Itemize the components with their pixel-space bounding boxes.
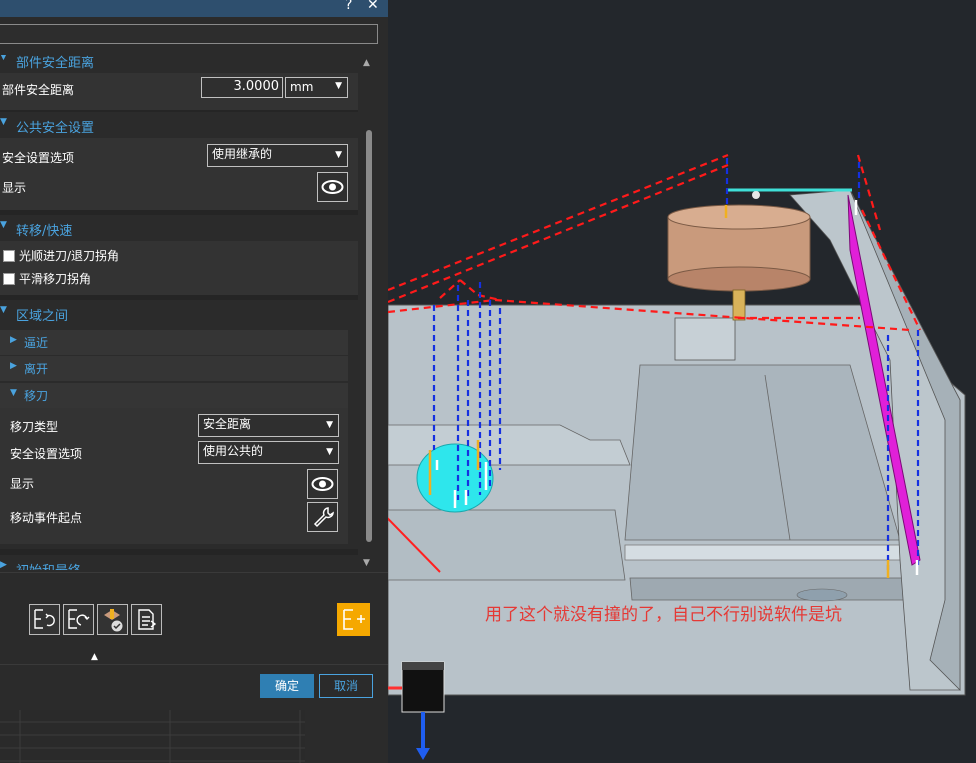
transfer-display-label: 显示: [10, 477, 35, 491]
replay-icon[interactable]: [63, 604, 94, 635]
collapse-triangle-icon: ▶: [10, 335, 17, 345]
collapse-triangle-icon: ▶: [10, 361, 17, 371]
chevron-down-icon: ▼: [326, 447, 333, 457]
section-transfer-rapid[interactable]: ▼ 转移/快速: [0, 215, 358, 241]
collapse-up-icon[interactable]: ▲: [91, 652, 98, 662]
move-event-start-label: 移动事件起点: [10, 511, 83, 525]
transfer-type-value: 安全距离: [203, 417, 252, 431]
expand-triangle-icon: ▼: [0, 55, 7, 62]
expand-triangle-icon: ▼: [0, 305, 7, 315]
collapse-triangle-icon: ▶: [0, 560, 7, 570]
section-label: 初始和最终: [16, 560, 81, 570]
transfer-type-label: 移刀类型: [10, 420, 59, 434]
display-label: 显示: [2, 181, 27, 195]
expand-triangle-icon: ▼: [10, 388, 17, 398]
smooth-transfer-checkbox[interactable]: [3, 273, 15, 285]
unit-select[interactable]: mm ▼: [285, 77, 348, 98]
wrench-icon: [313, 507, 334, 528]
expand-triangle-icon: ▼: [0, 220, 7, 230]
section-label: 公共安全设置: [16, 121, 95, 136]
settings-scroll-area[interactable]: ▼ 部件安全距离 部件安全距离 3.0000 mm ▼ ▼ 公共安全设置 安全设…: [0, 55, 358, 570]
move-event-start-button[interactable]: [307, 502, 338, 532]
chevron-down-icon: ▼: [335, 81, 342, 91]
list-icon[interactable]: [131, 604, 162, 635]
help-icon[interactable]: ?: [345, 0, 352, 13]
eye-icon: [311, 477, 334, 491]
chevron-down-icon: ▼: [335, 150, 342, 160]
eye-icon: [321, 180, 344, 194]
part-clearance-input[interactable]: 3.0000: [201, 77, 283, 98]
dialog-titlebar: ? ✕: [0, 0, 388, 17]
chevron-down-icon: ▼: [326, 420, 333, 430]
transfer-option-select[interactable]: 使用公共的 ▼: [198, 441, 339, 464]
section-common-clearance[interactable]: ▼ 公共安全设置: [0, 112, 358, 138]
operation-toolbar: [0, 572, 388, 651]
subsection-label: 移刀: [24, 389, 49, 403]
subsection-label: 逼近: [24, 336, 49, 350]
annotation-text: 用了这个就没有撞的了，自己不行别说软件是坑: [485, 605, 842, 625]
transfer-body: 移刀类型 安全距离 ▼ 安全设置选项 使用公共的 ▼ 显示 移动事件起点: [0, 408, 348, 544]
subsection-label: 离开: [24, 362, 49, 376]
section-between-regions[interactable]: ▼ 区域之间: [0, 300, 358, 326]
subsection-depart[interactable]: ▶ 离开: [0, 356, 348, 381]
scrollbar-thumb[interactable]: [366, 130, 372, 542]
part-clearance-label: 部件安全距离: [2, 83, 75, 97]
section-label: 部件安全距离: [16, 56, 95, 71]
transfer-display-button[interactable]: [307, 469, 338, 499]
top-text-field[interactable]: [0, 24, 378, 44]
expand-triangle-icon: ▼: [0, 117, 7, 127]
unit-value: mm: [290, 80, 314, 94]
section-label: 转移/快速: [16, 224, 73, 239]
navigator-grid: [0, 710, 305, 763]
section-label: 区域之间: [16, 309, 69, 324]
display-button[interactable]: [317, 172, 348, 202]
clearance-option-value: 使用继承的: [212, 147, 273, 161]
scroll-up-icon[interactable]: ▲: [363, 58, 370, 68]
transfer-type-select[interactable]: 安全距离 ▼: [198, 414, 339, 437]
section-initial-final[interactable]: ▶ 初始和最终: [0, 555, 358, 570]
transfer-option-value: 使用公共的: [203, 444, 264, 458]
cancel-button[interactable]: 取消: [319, 674, 373, 698]
transfer-option-label: 安全设置选项: [10, 447, 83, 461]
section-part-clearance[interactable]: ▼ 部件安全距离: [0, 55, 358, 73]
close-icon[interactable]: ✕: [367, 0, 379, 13]
between-regions-body: ▶ 逼近 ▶ 离开 ▼ 移刀 移刀类型 安全距离 ▼ 安全设置选项 使用公共的: [0, 326, 358, 549]
smooth-corner-checkbox[interactable]: [3, 250, 15, 262]
orange-action-icon[interactable]: [337, 603, 370, 636]
subsection-transfer[interactable]: ▼ 移刀: [0, 383, 348, 408]
dialog-footer: 确定 取消: [0, 664, 388, 710]
cad-viewport[interactable]: [388, 0, 976, 763]
common-clearance-body: 安全设置选项 使用继承的 ▼ 显示: [0, 138, 358, 210]
verify-icon[interactable]: [97, 604, 128, 635]
clearance-option-select[interactable]: 使用继承的 ▼: [207, 144, 348, 167]
non-cutting-moves-dialog: ? ✕ ▼ 部件安全距离 部件安全距离 3.0000 mm ▼ ▼ 公共安全设置…: [0, 0, 388, 763]
part-clearance-body: 部件安全距离 3.0000 mm ▼: [0, 73, 358, 110]
clearance-option-label: 安全设置选项: [2, 151, 75, 165]
transfer-rapid-body: 光顺进刀/退刀拐角 平滑移刀拐角: [0, 241, 358, 295]
smooth-corner-label: 光顺进刀/退刀拐角: [19, 249, 120, 263]
subsection-approach[interactable]: ▶ 逼近: [0, 330, 348, 355]
ok-button[interactable]: 确定: [260, 674, 314, 698]
generate-icon[interactable]: [29, 604, 60, 635]
smooth-transfer-label: 平滑移刀拐角: [19, 272, 92, 286]
scroll-down-icon[interactable]: ▼: [363, 558, 370, 568]
